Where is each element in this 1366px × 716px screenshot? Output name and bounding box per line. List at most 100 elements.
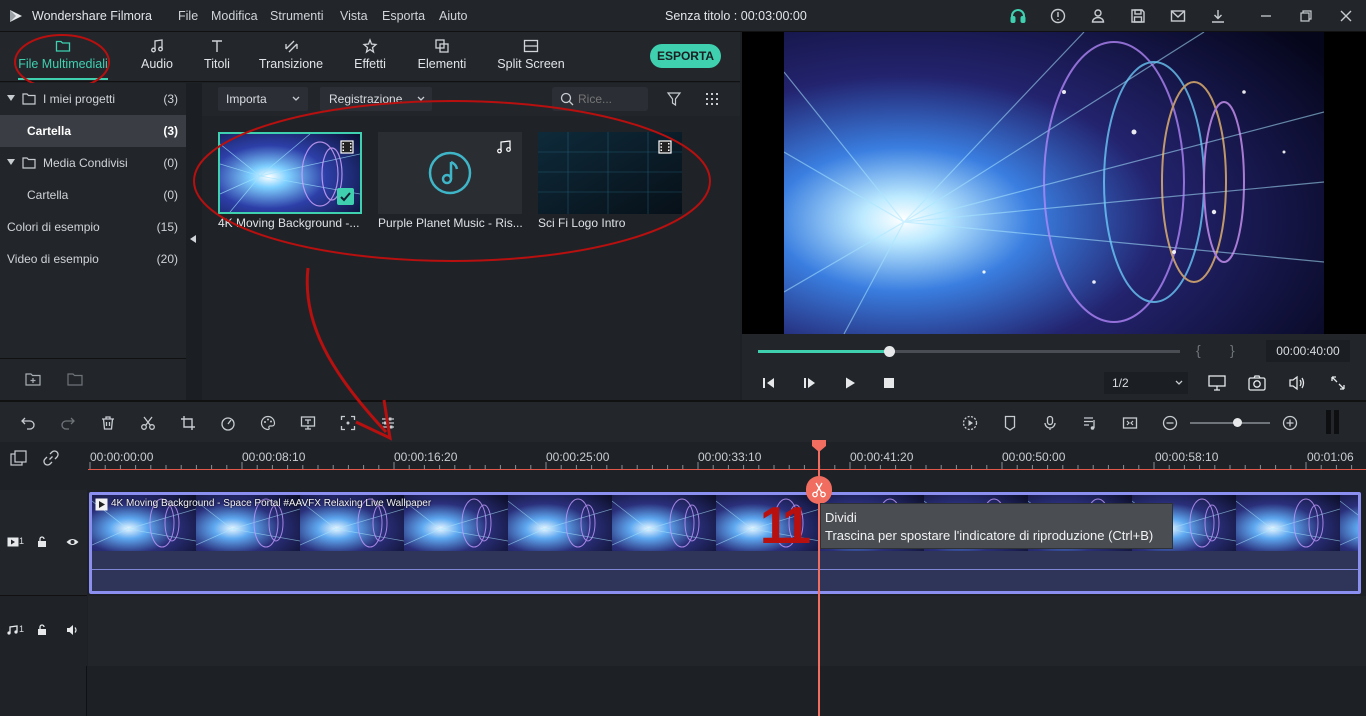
filmora-logo-icon [8,8,24,24]
minimize-icon[interactable] [1258,8,1274,24]
tooltip-text: Trascina per spostare l'indicatore di ri… [825,528,1154,543]
caret-down-icon[interactable] [7,159,15,165]
preview-player[interactable] [742,32,1366,334]
tab-effetti[interactable]: Effetti [344,32,396,82]
menu-strumenti[interactable]: Strumenti [270,9,324,23]
tree-label: Cartella [27,124,72,138]
download-icon[interactable] [1210,8,1226,24]
link-icon[interactable] [43,450,59,466]
timeline-empty-area [88,666,1366,716]
menu-vista[interactable]: Vista [340,9,368,23]
tree-label: Video di esempio [7,252,99,266]
menu-file[interactable]: File [178,9,198,23]
zoom-in-icon[interactable] [1282,415,1298,431]
info-icon[interactable] [1050,8,1066,24]
fullscreen-icon[interactable] [1330,375,1346,391]
filmstrip-frame [1236,495,1340,551]
mark-out-icon[interactable]: } [1230,342,1235,358]
step-back-icon[interactable] [762,376,776,390]
tree-count: (20) [156,252,178,266]
stop-icon[interactable] [883,377,895,389]
audio-track[interactable] [88,596,1366,666]
tooltip-title: Dividi [825,510,857,525]
preview-controls: { } 00:00:40:00 1/2 [742,334,1366,400]
tab-label: Transizione [258,57,324,71]
export-button[interactable]: ESPORTA [650,44,721,68]
clip-title: 4K Moving Background - Space Portal #AAV… [111,498,432,509]
tab-audio[interactable]: Audio [130,32,184,82]
marker-icon[interactable] [1002,415,1018,431]
display-icon[interactable] [1208,375,1226,391]
timeline-ruler[interactable]: 00:00:00:00 00:00:08:10 00:00:16:20 00:0… [0,442,1366,490]
clip-audio-divider [92,569,1358,570]
tree-item-colori-di-esempio[interactable]: Colori di esempio (15) [0,211,186,243]
snapshot-icon[interactable] [1248,375,1266,391]
tree-item-video-di-esempio[interactable]: Video di esempio (20) [0,243,186,275]
speed-icon[interactable] [220,415,236,431]
menu-esporta[interactable]: Esporta [382,9,425,23]
tree-item-cartella[interactable]: Cartella (0) [0,179,186,211]
account-icon[interactable] [1090,8,1106,24]
tab-titoli[interactable]: Titoli [192,32,242,82]
quality-label: 1/2 [1112,376,1129,390]
tree-count: (15) [156,220,178,234]
color-palette-icon[interactable] [260,415,276,431]
cut-icon[interactable] [140,415,156,431]
volume-icon[interactable] [1288,375,1306,391]
restore-icon[interactable] [1298,8,1314,24]
video-track-icon [7,537,19,547]
video-track-number: 1 [19,536,25,546]
playhead-handle[interactable] [812,440,826,452]
play-icon[interactable] [843,376,857,390]
tab-transizione[interactable]: Transizione [256,32,326,82]
tree-item-i-miei-progetti[interactable]: I miei progetti (3) [0,83,186,115]
close-icon[interactable] [1338,8,1354,24]
audio-track-header: 1 [0,596,87,666]
pause-bars-icon[interactable] [1326,410,1340,434]
zoom-out-icon[interactable] [1162,415,1178,431]
headset-icon[interactable] [1010,8,1026,24]
preview-progress-track[interactable] [758,346,1180,357]
tab-label: Split Screen [497,57,565,71]
mark-in-icon[interactable]: { [1196,342,1201,358]
folder-icon[interactable] [67,372,83,386]
new-folder-icon[interactable] [25,372,41,386]
tree-label: Cartella [27,188,69,202]
split-button[interactable] [806,476,832,504]
crop-icon[interactable] [180,415,196,431]
tab-elementi[interactable]: Elementi [412,32,472,82]
zoom-slider-handle[interactable] [1233,418,1242,427]
render-preview-icon[interactable] [962,415,978,431]
tree-item-cartella-selected[interactable]: Cartella (3) [0,115,186,147]
save-icon[interactable] [1130,8,1146,24]
tab-label: Titoli [204,57,230,71]
folder-icon [22,93,36,105]
tab-split-screen[interactable]: Split Screen [494,32,568,82]
caret-down-icon[interactable] [7,95,15,101]
video-track-header: 1 [0,490,87,596]
document-title: Senza titolo : 00:03:00:00 [665,9,807,23]
delete-icon[interactable] [100,415,116,431]
microphone-icon[interactable] [1042,415,1058,431]
audio-mixer-icon[interactable] [1082,415,1098,431]
ruler-ticks [89,462,1353,469]
lock-icon[interactable] [37,536,47,548]
quality-dropdown[interactable]: 1/2 [1104,372,1188,394]
menu-aiuto[interactable]: Aiuto [439,9,468,23]
eye-icon[interactable] [66,537,79,547]
voiceover-icon[interactable] [1122,415,1138,431]
zoom-slider[interactable] [1190,418,1270,427]
speaker-icon[interactable] [66,624,79,636]
undo-icon[interactable] [20,415,36,431]
audio-track-icon [7,625,18,635]
redo-icon[interactable] [60,415,76,431]
tree-item-media-condivisi[interactable]: Media Condivisi (0) [0,147,186,179]
step-forward-icon[interactable] [803,376,817,390]
tree-footer [0,358,186,400]
add-track-icon[interactable] [10,450,28,466]
lock-icon[interactable] [37,624,47,636]
mail-icon[interactable] [1170,8,1186,24]
preview-progress-handle[interactable] [883,346,895,357]
menu-modifica[interactable]: Modifica [211,9,258,23]
tree-count: (0) [163,156,178,170]
